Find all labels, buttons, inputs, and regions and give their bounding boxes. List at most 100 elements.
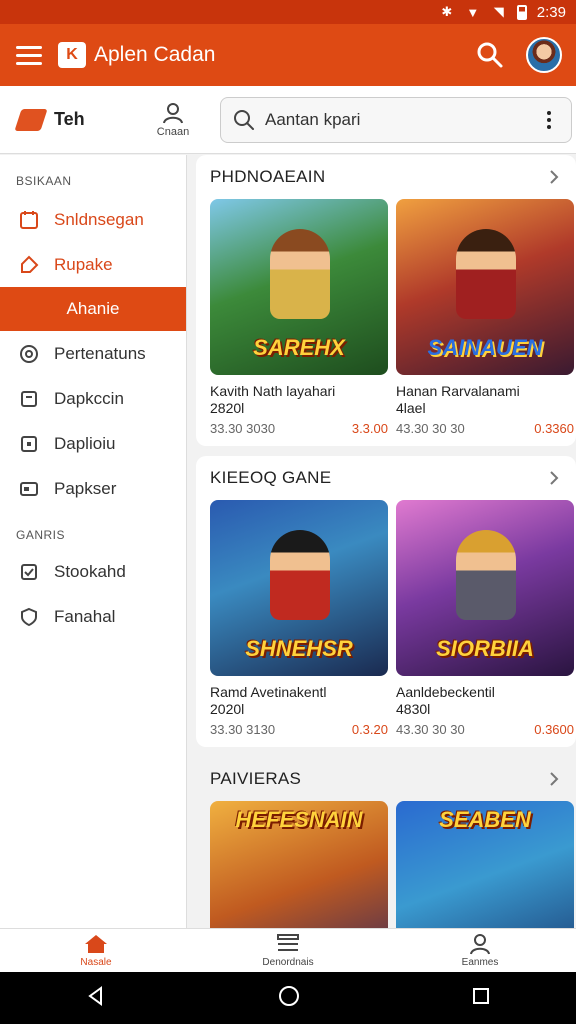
recents-icon[interactable] — [471, 986, 491, 1011]
bottom-nav-profile[interactable]: Eanmes — [384, 929, 576, 972]
battery-icon — [516, 4, 527, 20]
avatar[interactable] — [526, 37, 562, 73]
brand[interactable]: Teh — [14, 108, 138, 131]
sidebar-item-label: Pertenatuns — [54, 343, 146, 363]
sidebar-item-label: Stookahd — [54, 561, 126, 581]
sidebar-item-label: Snldnsegan — [54, 209, 144, 229]
bottom-nav-list[interactable]: Denordnais — [192, 929, 384, 972]
game-price: 0.3.20 — [351, 722, 388, 737]
bottom-nav-label: Denordnais — [262, 957, 314, 968]
game-thumbnail[interactable]: HEFESNAIN — [210, 801, 388, 928]
sidebar-item-label: Fanahal — [54, 606, 116, 626]
app-logo: K — [58, 42, 86, 68]
menu-button[interactable] — [0, 24, 58, 86]
bottom-nav-label: Eanmes — [461, 957, 499, 968]
back-icon[interactable] — [85, 985, 107, 1012]
sidebar-item-ahanie[interactable]: Ahanie — [0, 287, 186, 331]
section-title: KIEEOQ GANE — [210, 468, 332, 487]
sidebar-item-label: Papkser — [54, 478, 117, 498]
sidebar-item-label: Dapkccin — [54, 388, 124, 408]
game-title: Kavith Nath layahari 2820l — [210, 383, 336, 416]
sidebar-item-papkser[interactable]: Papkser — [0, 466, 186, 511]
sidebar-item-label: Rupake — [54, 254, 113, 274]
chevron-right-icon[interactable] — [542, 466, 566, 490]
game-logo-text: SEABEN — [439, 807, 531, 832]
game-logo-text: HEFESNAIN — [235, 807, 363, 832]
search-button[interactable] — [464, 29, 516, 81]
game-price: 3.3.00 — [351, 421, 388, 436]
game-tile[interactable]: HEFESNAIN — [210, 801, 388, 928]
app-title: Aplen Cadan — [94, 43, 216, 66]
app-bar: K Aplen Cadan — [0, 24, 576, 86]
home-icon — [85, 935, 107, 953]
search-icon — [477, 42, 503, 68]
sidebar-item-stookahd[interactable]: Stookahd — [0, 549, 186, 594]
game-section: PHDNOAEAIN SAREHX Kavith Nath layahari 2… — [196, 155, 576, 446]
bottom-nav-home[interactable]: Nasale — [0, 929, 192, 972]
game-logo-text: SHNEHSR — [245, 636, 353, 661]
game-thumbnail[interactable]: SAREHX — [210, 199, 388, 375]
game-logo-text: SAINAUEN — [427, 335, 543, 360]
game-logo-text: SAREHX — [253, 335, 345, 360]
box-icon — [18, 388, 40, 410]
game-logo-text: SIORBIIA — [436, 636, 534, 661]
status-bar: ✱ ▼ ◥ 2:39 — [0, 0, 576, 24]
game-price: 0.3600 — [534, 722, 574, 737]
game-price: 0.3360 — [534, 421, 574, 436]
sidebar-item-snldnsegan[interactable]: Snldnsegan — [0, 197, 186, 242]
game-meta: 43.30 30 30 — [396, 722, 465, 737]
sidebar-item-pertenatuns[interactable]: Pertenatuns — [0, 331, 186, 376]
game-meta: 33.30 3130 — [210, 722, 276, 737]
brand-icon — [14, 108, 48, 131]
top-row: Teh Cnaan — [0, 86, 576, 154]
bottom-nav: Nasale Denordnais Eanmes — [0, 928, 576, 972]
signal-icon: ▼ — [466, 4, 480, 20]
sidebar-section-label: GANRIS — [16, 528, 66, 542]
game-title: Aanldebeckentil 4830l — [396, 684, 495, 717]
system-nav-bar — [0, 972, 576, 1024]
more-options-icon[interactable] — [539, 110, 559, 129]
game-section: KIEEOQ GANE SHNEHSR Ramd Avetinakentl 20… — [196, 456, 576, 747]
chevron-right-icon[interactable] — [542, 165, 566, 189]
game-title: Ramd Avetinakentl 2020l — [210, 684, 327, 717]
search-input[interactable] — [265, 109, 529, 130]
sidebar-item-label: Ahanie — [66, 299, 120, 318]
game-thumbnail[interactable]: SEABEN — [396, 801, 574, 928]
game-tile[interactable]: SHNEHSR Ramd Avetinakentl 2020l 33.30 31… — [210, 500, 388, 737]
checkbox-icon — [18, 561, 40, 583]
search-field[interactable] — [220, 96, 572, 143]
sidebar-item-dapkccin[interactable]: Dapkccin — [0, 376, 186, 421]
game-thumbnail[interactable]: SAINAUEN — [396, 199, 574, 375]
game-meta: 33.30 3030 — [210, 421, 276, 436]
home-circle-icon[interactable] — [277, 984, 301, 1013]
sidebar-item-fanahal[interactable]: Fanahal — [0, 594, 186, 639]
game-tile[interactable]: SEABEN — [396, 801, 574, 928]
game-tile[interactable]: SAINAUEN Hanan Rarvalanami 4lael 43.30 3… — [396, 199, 574, 436]
game-thumbnail[interactable]: SHNEHSR — [210, 500, 388, 676]
card-icon — [18, 478, 40, 500]
square-icon — [18, 433, 40, 455]
sidebar-item-rupake[interactable]: Rupake — [0, 242, 186, 287]
game-tile[interactable]: SAREHX Kavith Nath layahari 2820l 33.30 … — [210, 199, 388, 436]
chevron-right-icon[interactable] — [542, 767, 566, 791]
search-icon — [234, 109, 254, 130]
calendar-icon — [18, 209, 40, 231]
account-button[interactable]: Cnaan — [138, 102, 208, 138]
status-time: 2:39 — [536, 3, 566, 21]
game-thumbnail[interactable]: SIORBIIA — [396, 500, 574, 676]
sidebar-section-label: BSIKAAN — [16, 174, 72, 188]
game-tile[interactable]: SIORBIIA Aanldebeckentil 4830l 43.30 30 … — [396, 500, 574, 737]
shield-icon — [18, 606, 40, 628]
sidebar-item-label: Daplioiu — [54, 433, 116, 453]
bluetooth-icon: ✱ — [441, 4, 453, 19]
account-label: Cnaan — [156, 125, 190, 138]
game-title: Hanan Rarvalanami 4lael — [396, 383, 520, 416]
user-icon — [470, 934, 490, 955]
section-title: PAIVIERAS — [210, 769, 302, 788]
brand-label: Teh — [54, 109, 85, 129]
list-icon — [277, 934, 299, 951]
sidebar-item-daplioiu[interactable]: Daplioiu — [0, 421, 186, 466]
user-icon — [163, 102, 183, 123]
tag-icon — [18, 254, 40, 276]
game-section: PAIVIERAS HEFESNAIN SEABEN — [196, 757, 576, 928]
